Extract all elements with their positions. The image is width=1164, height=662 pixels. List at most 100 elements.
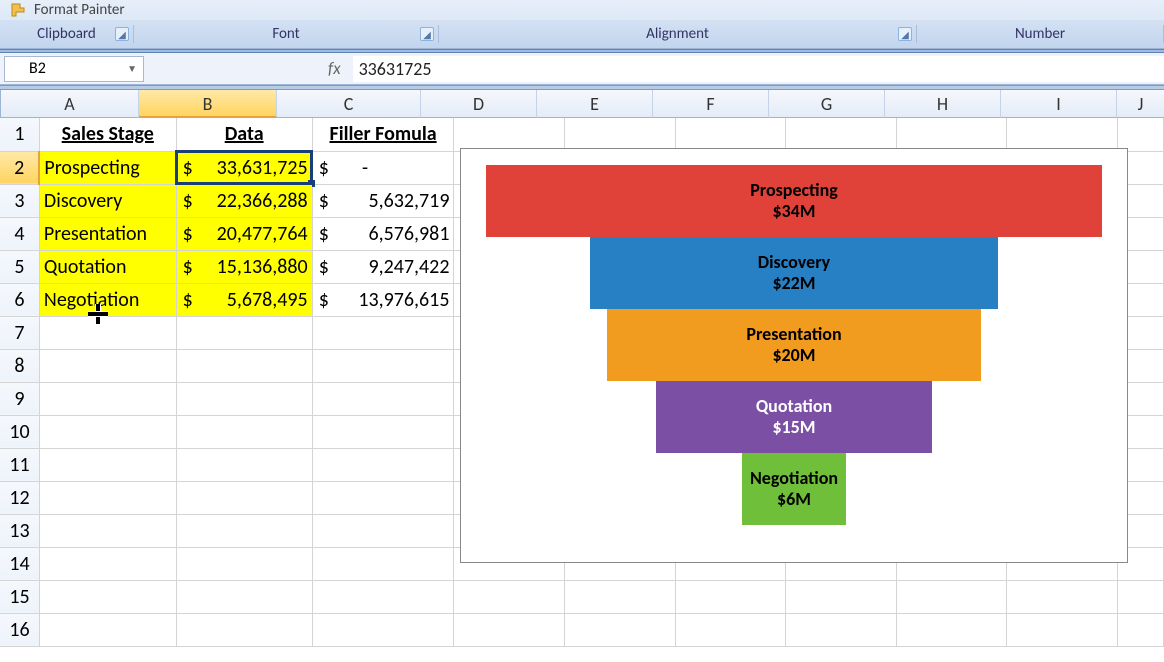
column-header[interactable]: D: [421, 90, 537, 118]
cell[interactable]: [312, 349, 454, 382]
cell[interactable]: [786, 580, 897, 613]
funnel-bar[interactable]: Quotation$15M: [656, 381, 932, 453]
cell[interactable]: [39, 415, 176, 448]
cell[interactable]: [39, 580, 176, 613]
cell[interactable]: Discovery: [39, 184, 176, 217]
cell[interactable]: 5,632,719: [312, 184, 454, 217]
funnel-bar[interactable]: Negotiation$6M: [742, 453, 846, 525]
cell[interactable]: [312, 547, 454, 580]
cell[interactable]: [39, 481, 176, 514]
cell[interactable]: [39, 613, 176, 646]
column-header[interactable]: A: [1, 90, 139, 118]
cell[interactable]: [312, 481, 454, 514]
cell[interactable]: [786, 613, 897, 646]
cell[interactable]: [39, 514, 176, 547]
cell[interactable]: [176, 613, 312, 646]
row-header[interactable]: 10: [0, 415, 39, 448]
cell[interactable]: [312, 613, 454, 646]
cell[interactable]: Quotation: [39, 250, 176, 283]
column-header[interactable]: E: [537, 90, 653, 118]
format-painter-button[interactable]: Format Painter: [34, 1, 125, 19]
funnel-bar[interactable]: Prospecting$34M: [486, 165, 1102, 237]
cell[interactable]: [1117, 118, 1163, 151]
cell[interactable]: [176, 349, 312, 382]
row-header[interactable]: 13: [0, 514, 39, 547]
funnel-bar[interactable]: Discovery$22M: [590, 237, 998, 309]
cell[interactable]: [896, 580, 1007, 613]
name-box[interactable]: B2 ▼: [4, 56, 144, 82]
cell[interactable]: [39, 547, 176, 580]
cell[interactable]: [176, 382, 312, 415]
cell[interactable]: 15,136,880: [176, 250, 312, 283]
cell[interactable]: [312, 316, 454, 349]
cell[interactable]: [312, 382, 454, 415]
cell[interactable]: [1007, 118, 1118, 151]
cell[interactable]: 20,477,764: [176, 217, 312, 250]
cell[interactable]: 13,976,615: [312, 283, 454, 316]
cell[interactable]: [312, 580, 454, 613]
row-header[interactable]: 2: [0, 151, 39, 184]
cell[interactable]: [675, 118, 786, 151]
cell[interactable]: Negotiation: [39, 283, 176, 316]
cell[interactable]: [454, 118, 565, 151]
cell[interactable]: [454, 580, 565, 613]
row-header[interactable]: 12: [0, 481, 39, 514]
column-header[interactable]: H: [885, 90, 1001, 118]
row-header[interactable]: 3: [0, 184, 39, 217]
cell[interactable]: -: [312, 151, 454, 184]
cell[interactable]: [39, 349, 176, 382]
cell[interactable]: [896, 118, 1007, 151]
chevron-down-icon[interactable]: ▼: [127, 62, 137, 75]
row-header[interactable]: 14: [0, 547, 39, 580]
cell[interactable]: Prospecting: [39, 151, 176, 184]
cell[interactable]: [454, 613, 565, 646]
formula-input[interactable]: 33631725: [353, 56, 1164, 82]
cell[interactable]: Presentation: [39, 217, 176, 250]
row-header[interactable]: 6: [0, 283, 39, 316]
dialog-launcher-icon[interactable]: ◢: [898, 27, 912, 41]
cell[interactable]: [1007, 613, 1118, 646]
cell[interactable]: [565, 580, 676, 613]
funnel-chart[interactable]: Prospecting$34MDiscovery$22MPresentation…: [460, 148, 1128, 563]
cell[interactable]: [565, 613, 676, 646]
cell[interactable]: 5,678,495: [176, 283, 312, 316]
cell[interactable]: [39, 382, 176, 415]
cell[interactable]: [176, 415, 312, 448]
cell[interactable]: [1117, 613, 1163, 646]
cell[interactable]: [786, 118, 897, 151]
cell[interactable]: [176, 448, 312, 481]
funnel-bar[interactable]: Presentation$20M: [607, 309, 981, 381]
cell[interactable]: [39, 448, 176, 481]
cell[interactable]: [1117, 580, 1163, 613]
row-header[interactable]: 15: [0, 580, 39, 613]
dialog-launcher-icon[interactable]: ◢: [115, 27, 129, 41]
cell[interactable]: [176, 514, 312, 547]
column-header[interactable]: I: [1001, 90, 1117, 118]
cell[interactable]: [675, 613, 786, 646]
row-header[interactable]: 16: [0, 613, 39, 646]
row-header[interactable]: 8: [0, 349, 39, 382]
cell[interactable]: Data: [176, 118, 312, 151]
cell[interactable]: [176, 547, 312, 580]
select-all-corner[interactable]: [0, 90, 1, 118]
cell[interactable]: [675, 580, 786, 613]
cell[interactable]: [39, 316, 176, 349]
cell[interactable]: [176, 580, 312, 613]
cell[interactable]: 22,366,288: [176, 184, 312, 217]
cell[interactable]: [312, 415, 454, 448]
cell[interactable]: Sales Stage: [39, 118, 176, 151]
column-header[interactable]: J: [1117, 90, 1164, 118]
cell[interactable]: [312, 514, 454, 547]
column-header[interactable]: C: [277, 90, 421, 118]
cell[interactable]: [176, 316, 312, 349]
cell[interactable]: Filler Fomula: [312, 118, 454, 151]
column-header[interactable]: G: [769, 90, 885, 118]
column-header[interactable]: F: [653, 90, 769, 118]
cell[interactable]: [312, 448, 454, 481]
fx-icon[interactable]: fx: [328, 58, 341, 79]
row-header[interactable]: 9: [0, 382, 39, 415]
cell[interactable]: 6,576,981: [312, 217, 454, 250]
row-header[interactable]: 11: [0, 448, 39, 481]
column-header[interactable]: B: [139, 90, 277, 118]
cell[interactable]: [176, 481, 312, 514]
